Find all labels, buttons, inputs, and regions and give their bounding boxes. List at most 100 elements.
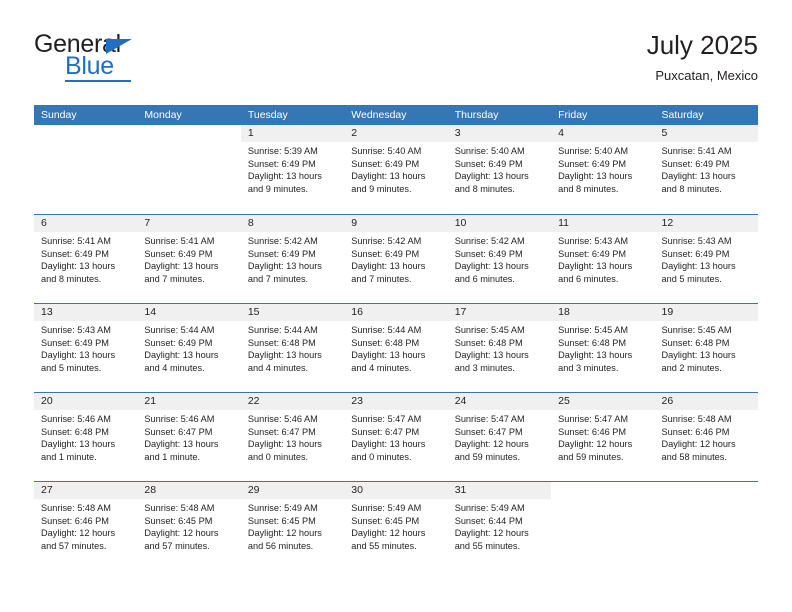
calendar-day-cell[interactable]: 31 Sunrise: 5:49 AM Sunset: 6:44 PM Dayligh… — [447, 482, 552, 570]
general-blue-logo[interactable]: General Blue — [34, 32, 254, 88]
calendar-day-cell[interactable]: 29 Sunrise: 5:49 AM Sunset: 6:45 PM Dayligh… — [240, 482, 345, 570]
day-details: Sunrise: 5:46 AM Sunset: 6:47 PM Daylight:… — [241, 410, 344, 463]
sunset-text: Sunset: 6:48 PM — [661, 337, 730, 348]
day-number: 3 — [447, 125, 552, 142]
day-number: 16 — [344, 304, 448, 321]
calendar-day-cell[interactable]: 25 Sunrise: 5:47 AM Sunset: 6:46 PM Dayligh… — [551, 393, 655, 481]
calendar-week-row: 1 Sunrise: 5:39 AM Sunset: 6:49 PM Daylight… — [34, 125, 758, 214]
day-number — [551, 482, 655, 499]
sunrise-text: Sunrise: 5:40 AM — [558, 146, 629, 156]
calendar-day-cell[interactable]: 8 Sunrise: 5:42 AM Sunset: 6:49 PM Daylight… — [240, 215, 345, 303]
calendar-day-cell[interactable]: 10 Sunrise: 5:42 AM Sunset: 6:49 PM Dayligh… — [447, 215, 552, 303]
calendar-day-cell[interactable]: 27 Sunrise: 5:48 AM Sunset: 6:46 PM Dayligh… — [34, 482, 138, 570]
calendar-day-cell[interactable]: 9 Sunrise: 5:42 AM Sunset: 6:49 PM Daylight… — [344, 215, 448, 303]
sunrise-text: Sunrise: 5:44 AM — [247, 325, 318, 335]
sunrise-text: Sunrise: 5:47 AM — [558, 414, 629, 424]
calendar-day-cell[interactable]: 20 Sunrise: 5:46 AM Sunset: 6:48 PM Dayligh… — [34, 393, 138, 481]
calendar-day-cell[interactable]: 13 Sunrise: 5:43 AM Sunset: 6:49 PM Dayligh… — [34, 304, 138, 392]
calendar-day-cell-empty — [34, 125, 138, 214]
sunrise-text: Sunrise: 5:43 AM — [41, 325, 111, 335]
weekday-tuesday: Tuesday — [247, 109, 288, 121]
sunset-text: Sunset: 6:46 PM — [41, 515, 109, 526]
calendar-day-cell-empty — [654, 482, 758, 570]
calendar-day-cell[interactable]: 15 Sunrise: 5:44 AM Sunset: 6:48 PM Dayligh… — [240, 304, 345, 392]
daylight-text: Daylight: 13 hours and 5 minutes. — [41, 350, 116, 373]
daylight-text: Daylight: 13 hours and 4 minutes. — [247, 350, 322, 373]
calendar-day-cell[interactable]: 11 Sunrise: 5:43 AM Sunset: 6:49 PM Dayligh… — [551, 215, 655, 303]
daylight-text: Daylight: 13 hours and 2 minutes. — [661, 350, 736, 373]
calendar-day-cell[interactable]: 6 Sunrise: 5:41 AM Sunset: 6:49 PM Daylight… — [34, 215, 138, 303]
calendar-day-cell-empty — [551, 482, 655, 570]
calendar-day-cell[interactable]: 1 Sunrise: 5:39 AM Sunset: 6:49 PM Daylight… — [240, 125, 345, 214]
calendar-day-cell[interactable]: 22 Sunrise: 5:46 AM Sunset: 6:47 PM Dayligh… — [240, 393, 345, 481]
sunrise-text: Sunrise: 5:43 AM — [661, 236, 732, 246]
sunset-text: Sunset: 6:49 PM — [144, 337, 213, 348]
daylight-text: Daylight: 13 hours and 7 minutes. — [144, 261, 219, 284]
sunrise-text: Sunrise: 5:41 AM — [661, 146, 732, 156]
calendar-day-cell[interactable]: 17 Sunrise: 5:45 AM Sunset: 6:48 PM Dayligh… — [447, 304, 552, 392]
day-details: Sunrise: 5:49 AM Sunset: 6:45 PM Daylight:… — [241, 499, 344, 552]
sunset-text: Sunset: 6:49 PM — [351, 158, 420, 169]
daylight-text: Daylight: 13 hours and 8 minutes. — [454, 171, 529, 194]
sunset-text: Sunset: 6:49 PM — [247, 248, 316, 259]
day-details: Sunrise: 5:47 AM Sunset: 6:46 PM Daylight:… — [551, 410, 654, 463]
calendar-week-row: 27 Sunrise: 5:48 AM Sunset: 6:46 PM Dayligh… — [34, 481, 758, 570]
calendar-day-cell[interactable]: 14 Sunrise: 5:44 AM Sunset: 6:49 PM Dayligh… — [137, 304, 241, 392]
day-details: Sunrise: 5:40 AM Sunset: 6:49 PM Daylight:… — [344, 142, 447, 195]
sunset-text: Sunset: 6:49 PM — [454, 158, 523, 169]
page-title: July 2025 — [646, 30, 758, 60]
day-number: 24 — [447, 393, 552, 410]
calendar-day-cell[interactable]: 2 Sunrise: 5:40 AM Sunset: 6:49 PM Daylight… — [344, 125, 448, 214]
calendar-day-cell[interactable]: 3 Sunrise: 5:40 AM Sunset: 6:49 PM Daylight… — [447, 125, 552, 214]
day-details: Sunrise: 5:45 AM Sunset: 6:48 PM Daylight:… — [551, 321, 654, 374]
calendar-day-cell[interactable]: 30 Sunrise: 5:49 AM Sunset: 6:45 PM Dayligh… — [344, 482, 448, 570]
day-number: 10 — [447, 215, 552, 232]
sunset-text: Sunset: 6:49 PM — [454, 248, 523, 259]
sunrise-text: Sunrise: 5:45 AM — [661, 325, 732, 335]
daylight-text: Daylight: 12 hours and 58 minutes. — [661, 439, 736, 462]
day-details: Sunrise: 5:42 AM Sunset: 6:49 PM Daylight:… — [448, 232, 551, 285]
daylight-text: Daylight: 13 hours and 4 minutes. — [144, 350, 219, 373]
day-number: 7 — [137, 215, 241, 232]
sunrise-text: Sunrise: 5:42 AM — [351, 236, 422, 246]
sunset-text: Sunset: 6:47 PM — [247, 426, 316, 437]
calendar-day-cell[interactable]: 19 Sunrise: 5:45 AM Sunset: 6:48 PM Dayligh… — [654, 304, 758, 392]
calendar-day-cell[interactable]: 7 Sunrise: 5:41 AM Sunset: 6:49 PM Daylight… — [137, 215, 241, 303]
calendar-page: General Blue July 2025 Puxcatan, Mexico … — [0, 0, 792, 612]
day-details: Sunrise: 5:44 AM Sunset: 6:49 PM Daylight:… — [137, 321, 240, 374]
day-number: 26 — [654, 393, 758, 410]
calendar-day-cell[interactable]: 16 Sunrise: 5:44 AM Sunset: 6:48 PM Dayligh… — [344, 304, 448, 392]
day-number: 31 — [447, 482, 552, 499]
day-details: Sunrise: 5:45 AM Sunset: 6:48 PM Daylight:… — [448, 321, 551, 374]
weekday-header-row: Sunday Monday Tuesday Wednesday Thursday… — [34, 105, 758, 125]
calendar-day-cell[interactable]: 23 Sunrise: 5:47 AM Sunset: 6:47 PM Dayligh… — [344, 393, 448, 481]
calendar-day-cell[interactable]: 28 Sunrise: 5:48 AM Sunset: 6:45 PM Dayligh… — [137, 482, 241, 570]
calendar-day-cell[interactable]: 12 Sunrise: 5:43 AM Sunset: 6:49 PM Dayligh… — [654, 215, 758, 303]
calendar-day-cell-empty — [137, 125, 241, 214]
daylight-text: Daylight: 13 hours and 0 minutes. — [351, 439, 426, 462]
calendar-weeks: 1 Sunrise: 5:39 AM Sunset: 6:49 PM Daylight… — [34, 125, 758, 570]
day-details: Sunrise: 5:43 AM Sunset: 6:49 PM Daylight:… — [34, 321, 137, 374]
day-details: Sunrise: 5:47 AM Sunset: 6:47 PM Daylight:… — [344, 410, 447, 463]
weekday-thursday: Thursday — [454, 109, 499, 121]
day-number: 14 — [137, 304, 241, 321]
calendar-grid: Sunday Monday Tuesday Wednesday Thursday… — [34, 105, 758, 570]
day-number: 11 — [551, 215, 655, 232]
sunset-text: Sunset: 6:48 PM — [558, 337, 627, 348]
sunrise-text: Sunrise: 5:45 AM — [558, 325, 629, 335]
day-details: Sunrise: 5:41 AM Sunset: 6:49 PM Daylight:… — [34, 232, 137, 285]
calendar-day-cell[interactable]: 4 Sunrise: 5:40 AM Sunset: 6:49 PM Daylight… — [551, 125, 655, 214]
calendar-day-cell[interactable]: 5 Sunrise: 5:41 AM Sunset: 6:49 PM Daylight… — [654, 125, 758, 214]
sunset-text: Sunset: 6:49 PM — [661, 248, 730, 259]
calendar-day-cell[interactable]: 18 Sunrise: 5:45 AM Sunset: 6:48 PM Dayligh… — [551, 304, 655, 392]
day-number: 2 — [344, 125, 448, 142]
sunset-text: Sunset: 6:45 PM — [247, 515, 316, 526]
calendar-day-cell[interactable]: 26 Sunrise: 5:48 AM Sunset: 6:46 PM Dayligh… — [654, 393, 758, 481]
sunset-text: Sunset: 6:46 PM — [661, 426, 730, 437]
sunset-text: Sunset: 6:48 PM — [454, 337, 523, 348]
calendar-day-cell[interactable]: 24 Sunrise: 5:47 AM Sunset: 6:47 PM Dayligh… — [447, 393, 552, 481]
calendar-day-cell[interactable]: 21 Sunrise: 5:46 AM Sunset: 6:47 PM Dayligh… — [137, 393, 241, 481]
sunrise-text: Sunrise: 5:47 AM — [351, 414, 422, 424]
daylight-text: Daylight: 12 hours and 57 minutes. — [41, 528, 116, 551]
sunset-text: Sunset: 6:47 PM — [454, 426, 523, 437]
